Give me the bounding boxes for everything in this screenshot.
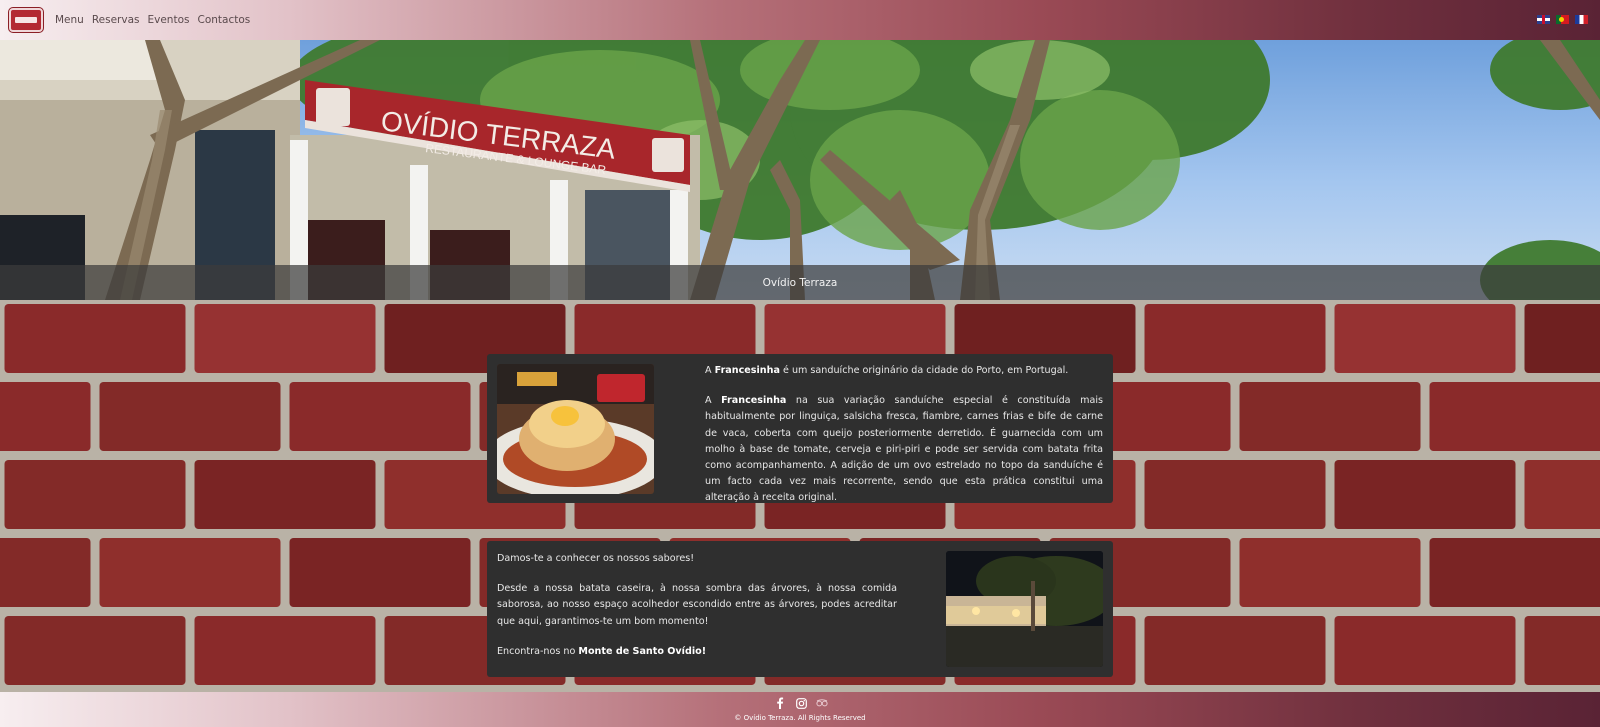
nav-link-contactos[interactable]: Contactos — [197, 14, 250, 26]
text: A — [705, 365, 715, 376]
brick — [0, 538, 91, 607]
brick-wall-section: A Francesinha é um sanduíche originário … — [0, 300, 1600, 692]
hero-banner: OVÍDIO TERRAZA RESTAURANTE & LOUNGE BAR … — [0, 40, 1600, 300]
francesinha-image — [497, 364, 654, 494]
brick — [1334, 616, 1516, 685]
brick — [0, 382, 91, 451]
location-bold: Monte de Santo Ovídio! — [578, 645, 707, 657]
francesinha-bold: Francesinha — [721, 395, 787, 407]
uk-flag-icon[interactable] — [1537, 15, 1550, 24]
france-flag-icon[interactable] — [1575, 15, 1588, 24]
hero-caption-bar: Ovídio Terraza — [0, 265, 1600, 300]
nav-link-reservas[interactable]: Reservas — [92, 14, 140, 26]
brick — [1144, 460, 1326, 529]
francesinha-description: A Francesinha é um sanduíche originário … — [705, 363, 1103, 521]
logo[interactable] — [9, 8, 43, 32]
brick — [1524, 460, 1600, 529]
text: é um sanduíche originário da cidade do P… — [779, 365, 1069, 376]
nav-links: Menu Reservas Eventos Contactos — [55, 14, 250, 26]
about-description: Damos-te a conhecer os nossos sabores! D… — [497, 551, 897, 674]
text: na sua variação sanduíche especial é con… — [705, 395, 1103, 504]
francesinha-paragraph-1: A Francesinha é um sanduíche originário … — [705, 363, 1103, 379]
brick — [1144, 304, 1326, 373]
brick — [1334, 304, 1516, 373]
nav-link-menu[interactable]: Menu — [55, 14, 84, 26]
brick — [4, 304, 186, 373]
brick — [1429, 538, 1600, 607]
brick — [1524, 304, 1600, 373]
portugal-flag-icon[interactable] — [1556, 15, 1569, 24]
terrace-night-image — [946, 551, 1103, 667]
copyright-text: © Ovídio Terraza. All Rights Reserved — [734, 714, 866, 722]
francesinha-paragraph-2: A Francesinha na sua variação sanduíche … — [705, 393, 1103, 506]
hero-caption: Ovídio Terraza — [762, 276, 838, 289]
text: A — [705, 395, 722, 407]
brick — [1239, 538, 1421, 607]
about-paragraph-2: Desde a nossa batata caseira, à nossa so… — [497, 583, 897, 627]
brick — [99, 382, 281, 451]
brick — [289, 382, 471, 451]
hero-photo: OVÍDIO TERRAZA RESTAURANTE & LOUNGE BAR — [0, 40, 1600, 300]
logo-mark — [15, 17, 37, 23]
about-card: Damos-te a conhecer os nossos sabores! D… — [487, 541, 1113, 677]
language-switcher — [1537, 15, 1588, 24]
text: Encontra-nos no — [497, 645, 579, 657]
brick — [289, 538, 471, 607]
brick — [194, 616, 376, 685]
brick — [1334, 460, 1516, 529]
brick — [194, 460, 376, 529]
about-paragraph-1: Damos-te a conhecer os nossos sabores! — [497, 553, 695, 564]
brick — [4, 460, 186, 529]
brick — [1239, 382, 1421, 451]
brick — [194, 304, 376, 373]
about-paragraph-3: Encontra-nos no Monte de Santo Ovídio! — [497, 644, 897, 660]
facebook-icon[interactable] — [774, 697, 786, 709]
brick — [4, 616, 186, 685]
brick — [1524, 616, 1600, 685]
brick — [1429, 382, 1600, 451]
francesinha-bold: Francesinha — [714, 365, 780, 376]
instagram-icon[interactable] — [795, 697, 807, 709]
nav-link-eventos[interactable]: Eventos — [148, 14, 190, 26]
navbar: Menu Reservas Eventos Contactos — [0, 0, 1600, 40]
brick — [99, 538, 281, 607]
brick — [1144, 616, 1326, 685]
francesinha-card: A Francesinha é um sanduíche originário … — [487, 354, 1113, 503]
tripadvisor-icon[interactable] — [816, 697, 828, 709]
footer: © Ovídio Terraza. All Rights Reserved — [0, 692, 1600, 727]
social-links — [774, 697, 828, 709]
